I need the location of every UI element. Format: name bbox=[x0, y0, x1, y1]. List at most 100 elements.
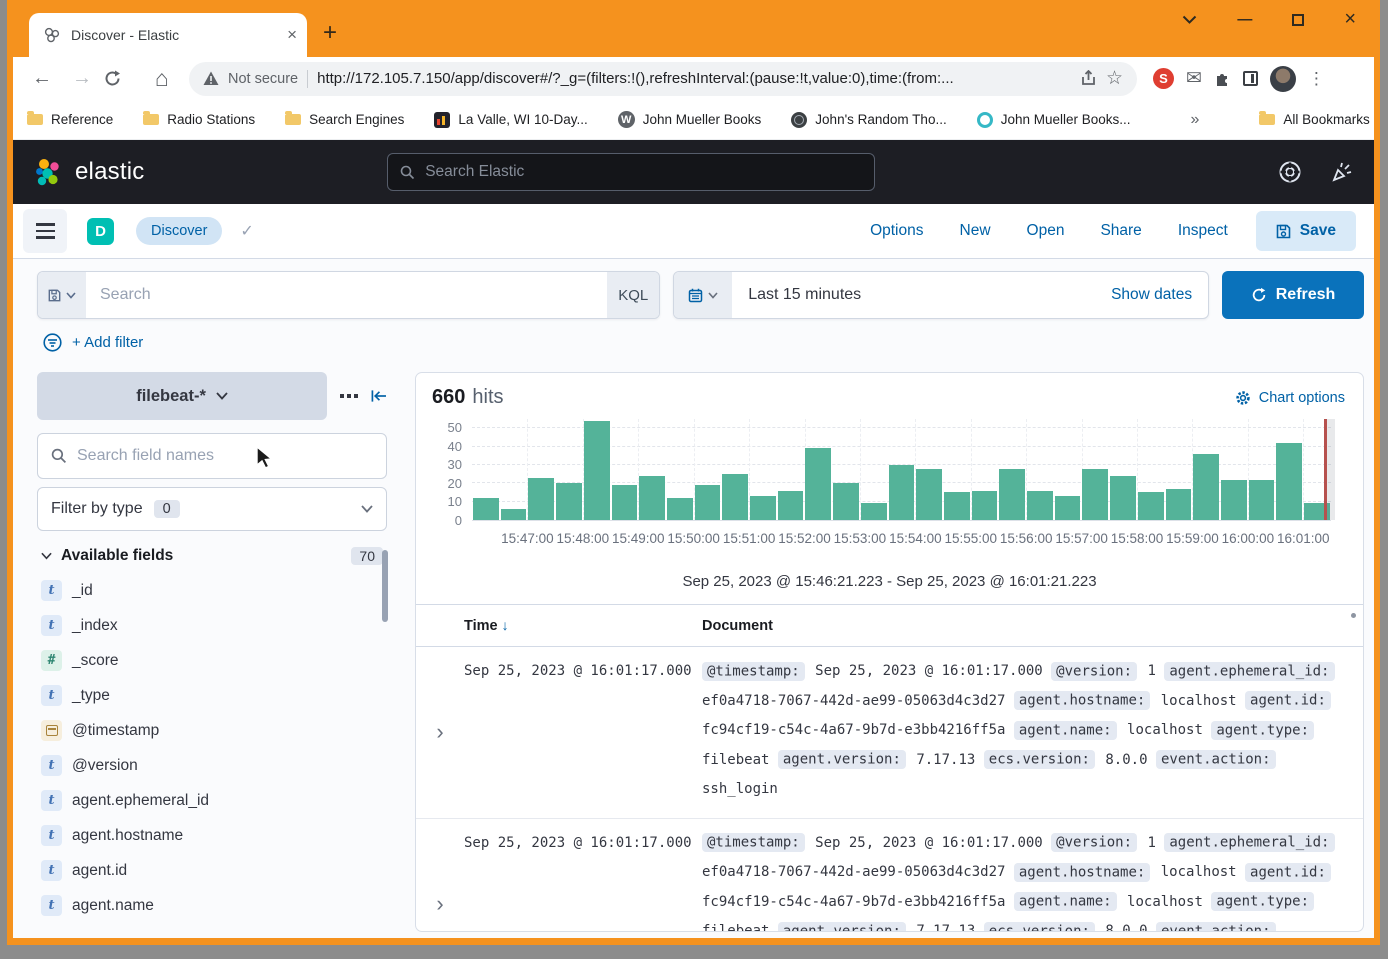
bookmark-item[interactable]: WJohn Mueller Books bbox=[618, 111, 762, 128]
elastic-search-input[interactable] bbox=[425, 163, 862, 181]
histogram-bar[interactable] bbox=[612, 485, 638, 520]
bookmark-item[interactable]: La Valle, WI 10-Day... bbox=[434, 112, 587, 128]
field-item[interactable]: t_id bbox=[37, 573, 387, 608]
close-button[interactable]: × bbox=[1344, 8, 1356, 31]
histogram-bar[interactable] bbox=[833, 483, 859, 520]
elastic-brand[interactable]: elastic bbox=[33, 156, 144, 188]
snagit-extension-icon[interactable]: S bbox=[1153, 68, 1174, 89]
histogram-bar[interactable] bbox=[889, 465, 915, 520]
histogram-bar[interactable] bbox=[1249, 480, 1275, 520]
bookmark-item[interactable]: Reference bbox=[27, 112, 113, 127]
histogram-bar[interactable] bbox=[1166, 489, 1192, 520]
histogram-bar[interactable] bbox=[1027, 491, 1053, 520]
bookmark-item[interactable]: John Mueller Books... bbox=[977, 112, 1131, 128]
filter-by-type[interactable]: Filter by type 0 bbox=[37, 487, 387, 531]
chart-options-button[interactable]: Chart options bbox=[1235, 390, 1345, 406]
histogram-bar[interactable] bbox=[556, 483, 582, 520]
histogram-bar[interactable] bbox=[861, 503, 887, 520]
histogram-bar[interactable] bbox=[944, 492, 970, 520]
index-options-icon[interactable] bbox=[340, 394, 358, 398]
field-item[interactable]: #_score bbox=[37, 643, 387, 678]
histogram-bar[interactable] bbox=[778, 491, 804, 520]
histogram-bar[interactable] bbox=[1110, 476, 1136, 520]
expand-row-button[interactable]: › bbox=[416, 657, 464, 805]
histogram-bar[interactable] bbox=[695, 485, 721, 520]
mail-extension-icon[interactable]: ✉ bbox=[1186, 67, 1202, 90]
bookmark-star-icon[interactable]: ☆ bbox=[1106, 67, 1123, 90]
bookmark-item[interactable]: John's Random Tho... bbox=[791, 112, 946, 128]
histogram-bar[interactable] bbox=[1055, 496, 1081, 520]
query-search-input[interactable] bbox=[86, 272, 607, 318]
extensions-puzzle-icon[interactable] bbox=[1214, 70, 1231, 87]
histogram-bar[interactable] bbox=[639, 476, 665, 520]
collapse-sidebar-icon[interactable] bbox=[371, 389, 387, 403]
space-badge[interactable]: D bbox=[87, 218, 114, 245]
histogram-bar[interactable] bbox=[528, 478, 554, 520]
help-icon[interactable] bbox=[1278, 160, 1302, 184]
field-item[interactable]: t_type bbox=[37, 678, 387, 713]
filter-icon[interactable] bbox=[43, 333, 62, 352]
histogram-bar[interactable] bbox=[805, 448, 831, 520]
table-scrollbar-thumb[interactable] bbox=[1351, 613, 1356, 618]
profile-avatar[interactable] bbox=[1270, 66, 1296, 92]
histogram-bar[interactable] bbox=[1082, 469, 1108, 520]
field-item[interactable]: tagent.id bbox=[37, 853, 387, 888]
histogram-bar[interactable] bbox=[501, 509, 527, 520]
home-icon[interactable]: ⌂ bbox=[143, 65, 181, 92]
reload-icon[interactable] bbox=[103, 69, 141, 88]
field-item[interactable]: tagent.ephemeral_id bbox=[37, 783, 387, 818]
index-pattern-select[interactable]: filebeat-* bbox=[37, 372, 327, 420]
minimize-button[interactable]: — bbox=[1237, 11, 1252, 28]
available-fields-header[interactable]: Available fields 70 bbox=[37, 547, 387, 565]
time-column-header[interactable]: Time↓ bbox=[464, 617, 702, 634]
nav-link-options[interactable]: Options bbox=[870, 222, 923, 240]
forward-icon[interactable]: → bbox=[63, 67, 101, 90]
save-button[interactable]: Save bbox=[1256, 211, 1356, 251]
histogram-bar[interactable] bbox=[916, 469, 942, 520]
show-dates-button[interactable]: Show dates bbox=[1111, 272, 1208, 318]
nav-link-share[interactable]: Share bbox=[1100, 222, 1141, 240]
field-item[interactable]: @timestamp bbox=[37, 713, 387, 748]
histogram-bar[interactable] bbox=[473, 498, 499, 520]
time-range-value[interactable]: Last 15 minutes bbox=[732, 272, 1111, 318]
side-panel-icon[interactable] bbox=[1243, 71, 1258, 86]
histogram-bar[interactable] bbox=[584, 421, 610, 520]
histogram-bar[interactable] bbox=[1138, 492, 1164, 520]
nav-link-open[interactable]: Open bbox=[1027, 222, 1065, 240]
field-item[interactable]: t_index bbox=[37, 608, 387, 643]
histogram-bar[interactable] bbox=[1276, 443, 1302, 520]
field-item[interactable]: t@version bbox=[37, 748, 387, 783]
menu-hamburger-icon[interactable] bbox=[23, 209, 67, 253]
query-language-button[interactable]: KQL bbox=[607, 272, 659, 318]
tab-search-caret-icon[interactable] bbox=[1182, 15, 1197, 24]
sidebar-scrollbar-thumb[interactable] bbox=[382, 550, 388, 622]
date-quick-menu-button[interactable] bbox=[674, 272, 732, 318]
refresh-button[interactable]: Refresh bbox=[1222, 271, 1364, 319]
bookmark-item[interactable]: Radio Stations bbox=[143, 112, 255, 127]
saved-query-menu-button[interactable] bbox=[38, 272, 86, 318]
all-bookmarks-button[interactable]: All Bookmarks bbox=[1259, 112, 1369, 127]
histogram-bar[interactable] bbox=[999, 469, 1025, 520]
newsfeed-icon[interactable] bbox=[1330, 160, 1354, 184]
nav-link-new[interactable]: New bbox=[960, 222, 991, 240]
back-icon[interactable]: ← bbox=[23, 67, 61, 90]
histogram-bar[interactable] bbox=[972, 491, 998, 520]
histogram-bar[interactable] bbox=[750, 496, 776, 520]
histogram-bar[interactable] bbox=[722, 474, 748, 520]
bookmark-item[interactable]: Search Engines bbox=[285, 112, 404, 127]
security-label[interactable]: Not secure bbox=[228, 71, 298, 87]
histogram-bar[interactable] bbox=[1193, 454, 1219, 520]
maximize-button[interactable] bbox=[1292, 14, 1304, 26]
bookmarks-overflow-icon[interactable]: » bbox=[1191, 111, 1200, 129]
new-tab-button[interactable]: + bbox=[323, 19, 337, 47]
browser-menu-icon[interactable]: ⋮ bbox=[1308, 69, 1325, 89]
expand-row-button[interactable]: › bbox=[416, 829, 464, 933]
histogram-bar[interactable] bbox=[1221, 480, 1247, 520]
histogram-bar[interactable] bbox=[667, 498, 693, 520]
share-icon[interactable] bbox=[1080, 70, 1097, 87]
field-item[interactable]: tagent.hostname bbox=[37, 818, 387, 853]
field-item[interactable]: tagent.name bbox=[37, 888, 387, 923]
tab-close-icon[interactable]: × bbox=[287, 25, 297, 45]
field-search-input[interactable] bbox=[77, 447, 373, 465]
nav-link-inspect[interactable]: Inspect bbox=[1178, 222, 1228, 240]
